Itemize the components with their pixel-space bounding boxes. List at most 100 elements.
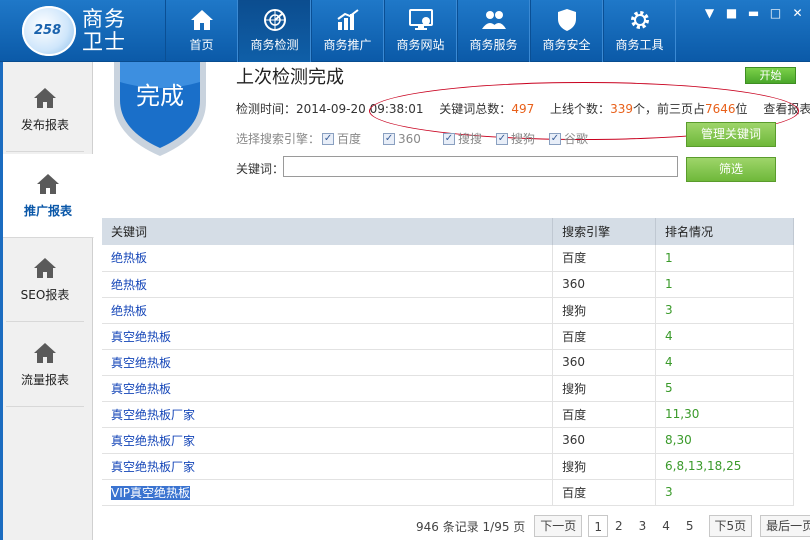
menu-dropdown-icon[interactable]: ▼ [703,6,716,20]
users-icon [481,11,506,29]
manage-keywords-button[interactable]: 管理关键词 [686,122,776,147]
minimize-icon[interactable]: ▬ [747,6,760,20]
window-controls: ▼ ■ ▬ □ ✕ [703,6,804,20]
nav-promotion[interactable]: 商务推广 [311,0,384,62]
table-row[interactable]: 真空绝热板 百度 4 [102,323,794,350]
page-5[interactable]: 5 [681,515,699,537]
nav-label: 商务推广 [323,38,372,52]
left-edge-line [0,62,3,540]
engine-cell: 百度 [552,479,657,506]
engine-cell: 搜狗 [552,297,657,324]
table-row[interactable]: 真空绝热板 360 4 [102,349,794,376]
engine-sogou[interactable]: ✓ 搜狗 [495,130,535,147]
sidebar-item-label: SEO报表 [20,288,70,302]
sidebar-item-label: 发布报表 [20,118,69,132]
status-badge: 完成 [136,82,184,110]
house-icon [34,88,56,108]
rank-cell: 3 [655,297,794,324]
keyword-cell[interactable]: 绝热板 [102,271,554,298]
keyword-cell-selected[interactable]: VIP真空绝热板 [102,479,554,506]
checkbox-checked-icon[interactable]: ✓ [495,132,508,145]
nav-service[interactable]: 商务服务 [457,0,530,62]
engine-cell: 百度 [552,323,657,350]
keyword-cell[interactable]: 真空绝热板厂家 [102,427,554,454]
table-row[interactable]: 真空绝热板厂家 360 8,30 [102,427,794,454]
maximize-icon[interactable]: □ [769,6,782,20]
close-icon[interactable]: ✕ [791,6,804,20]
next-page-button[interactable]: 下一页 [534,515,583,537]
next-5-pages-button[interactable]: 下5页 [708,515,753,537]
table-row[interactable]: 真空绝热板厂家 搜狗 6,8,13,18,25 [102,453,794,480]
engine-label: 选择搜索引擎： [236,132,321,146]
nav-label: 首页 [189,38,214,52]
record-summary: 946 条记录 1/95 页 [416,519,526,534]
sidebar-item-seo-report[interactable]: SEO报表 [6,238,84,322]
shield-icon [557,9,576,31]
engine-name: 360 [398,131,421,146]
engine-soso[interactable]: ✓ 搜搜 [442,130,482,147]
keyword-cell[interactable]: 真空绝热板厂家 [102,453,554,480]
page-1[interactable]: 1 [588,515,608,537]
checkbox-checked-icon[interactable]: ✓ [322,132,335,145]
engine-name: 搜狗 [510,132,535,146]
table-row[interactable]: 真空绝热板 搜狗 5 [102,375,794,402]
nav-detection[interactable]: 商务检测 [238,0,311,62]
house-icon [37,174,59,194]
keyword-cell[interactable]: 绝热板 [102,245,554,272]
nav-website[interactable]: 商务网站 [384,0,457,62]
engine-selector: 选择搜索引擎： ✓ 百度 ✓ 360 ✓ 搜搜 ✓ 搜狗 ✓ 谷歌 [236,130,602,147]
keyword-cell[interactable]: 绝热板 [102,297,554,324]
filter-button[interactable]: 筛选 [686,157,776,182]
time-label: 检测时间： [236,102,297,116]
table-row[interactable]: 真空绝热板厂家 百度 11,30 [102,401,794,428]
skin-icon[interactable]: ■ [725,6,738,20]
keyword-filter-label: 关键词： [236,162,285,176]
rank-cell: 1 [655,245,794,272]
start-button[interactable]: 开始 [745,67,796,84]
nav-tools[interactable]: 商务工具 [603,0,676,62]
engine-360[interactable]: ✓ 360 [383,132,421,146]
nav-home[interactable]: 首页 [165,0,238,62]
column-header-rank[interactable]: 排名情况 [655,218,794,245]
checkbox-checked-icon[interactable]: ✓ [548,132,561,145]
page-4[interactable]: 4 [657,515,675,537]
sidebar-item-traffic-report[interactable]: 流量报表 [6,323,84,407]
engine-google[interactable]: ✓ 谷歌 [548,130,588,147]
rank-cell: 8,30 [655,427,794,454]
column-header-engine[interactable]: 搜索引擎 [552,218,657,245]
column-header-keyword[interactable]: 关键词 [102,218,554,245]
selected-keyword-text[interactable]: VIP真空绝热板 [111,485,190,500]
logo: 258 [22,6,76,56]
table-header-row: 关键词 搜索引擎 排名情况 [102,218,794,245]
rank-cell: 5 [655,375,794,402]
keyword-cell[interactable]: 真空绝热板 [102,323,554,350]
pagination: 946 条记录 1/95 页 下一页 1 2 3 4 5 下5页 最后一页 [416,515,810,537]
engine-name: 谷歌 [563,132,588,146]
keyword-cell[interactable]: 真空绝热板 [102,375,554,402]
nav-label: 商务服务 [469,38,518,52]
table-row[interactable]: 绝热板 搜狗 3 [102,297,794,324]
sidebar-item-publish-report[interactable]: 发布报表 [6,68,84,152]
table-row[interactable]: 绝热板 360 1 [102,271,794,298]
keyword-cell[interactable]: 真空绝热板厂家 [102,401,554,428]
keyword-cell[interactable]: 真空绝热板 [102,349,554,376]
gear-icon [630,11,649,29]
keyword-filter-input[interactable] [283,156,678,177]
engine-cell: 百度 [552,401,657,428]
engine-name: 百度 [337,132,362,146]
engine-baidu[interactable]: ✓ 百度 [322,130,361,147]
nav-security[interactable]: 商务安全 [530,0,603,62]
sidebar-item-promotion-report[interactable]: 推广报表 [3,154,94,238]
sidebar: 发布报表 推广报表 SEO报表 流量报表 [0,62,94,540]
status-shield: 完成 [114,62,206,156]
table-row[interactable]: 绝热板 百度 1 [102,245,794,272]
page-2[interactable]: 2 [610,515,628,537]
page-3[interactable]: 3 [634,515,652,537]
last-page-button[interactable]: 最后一页 [760,515,810,537]
rank-cell: 4 [655,323,794,350]
checkbox-checked-icon[interactable]: ✓ [383,132,396,145]
checkbox-checked-icon[interactable]: ✓ [442,132,455,145]
app-window: 258 商务卫士 首页 商务检测 商务推广 商务网站 商务服务 商务安全 商务工… [0,0,810,540]
table-row[interactable]: VIP真空绝热板 百度 3 [102,479,794,506]
nav-label: 商务检测 [250,38,299,52]
